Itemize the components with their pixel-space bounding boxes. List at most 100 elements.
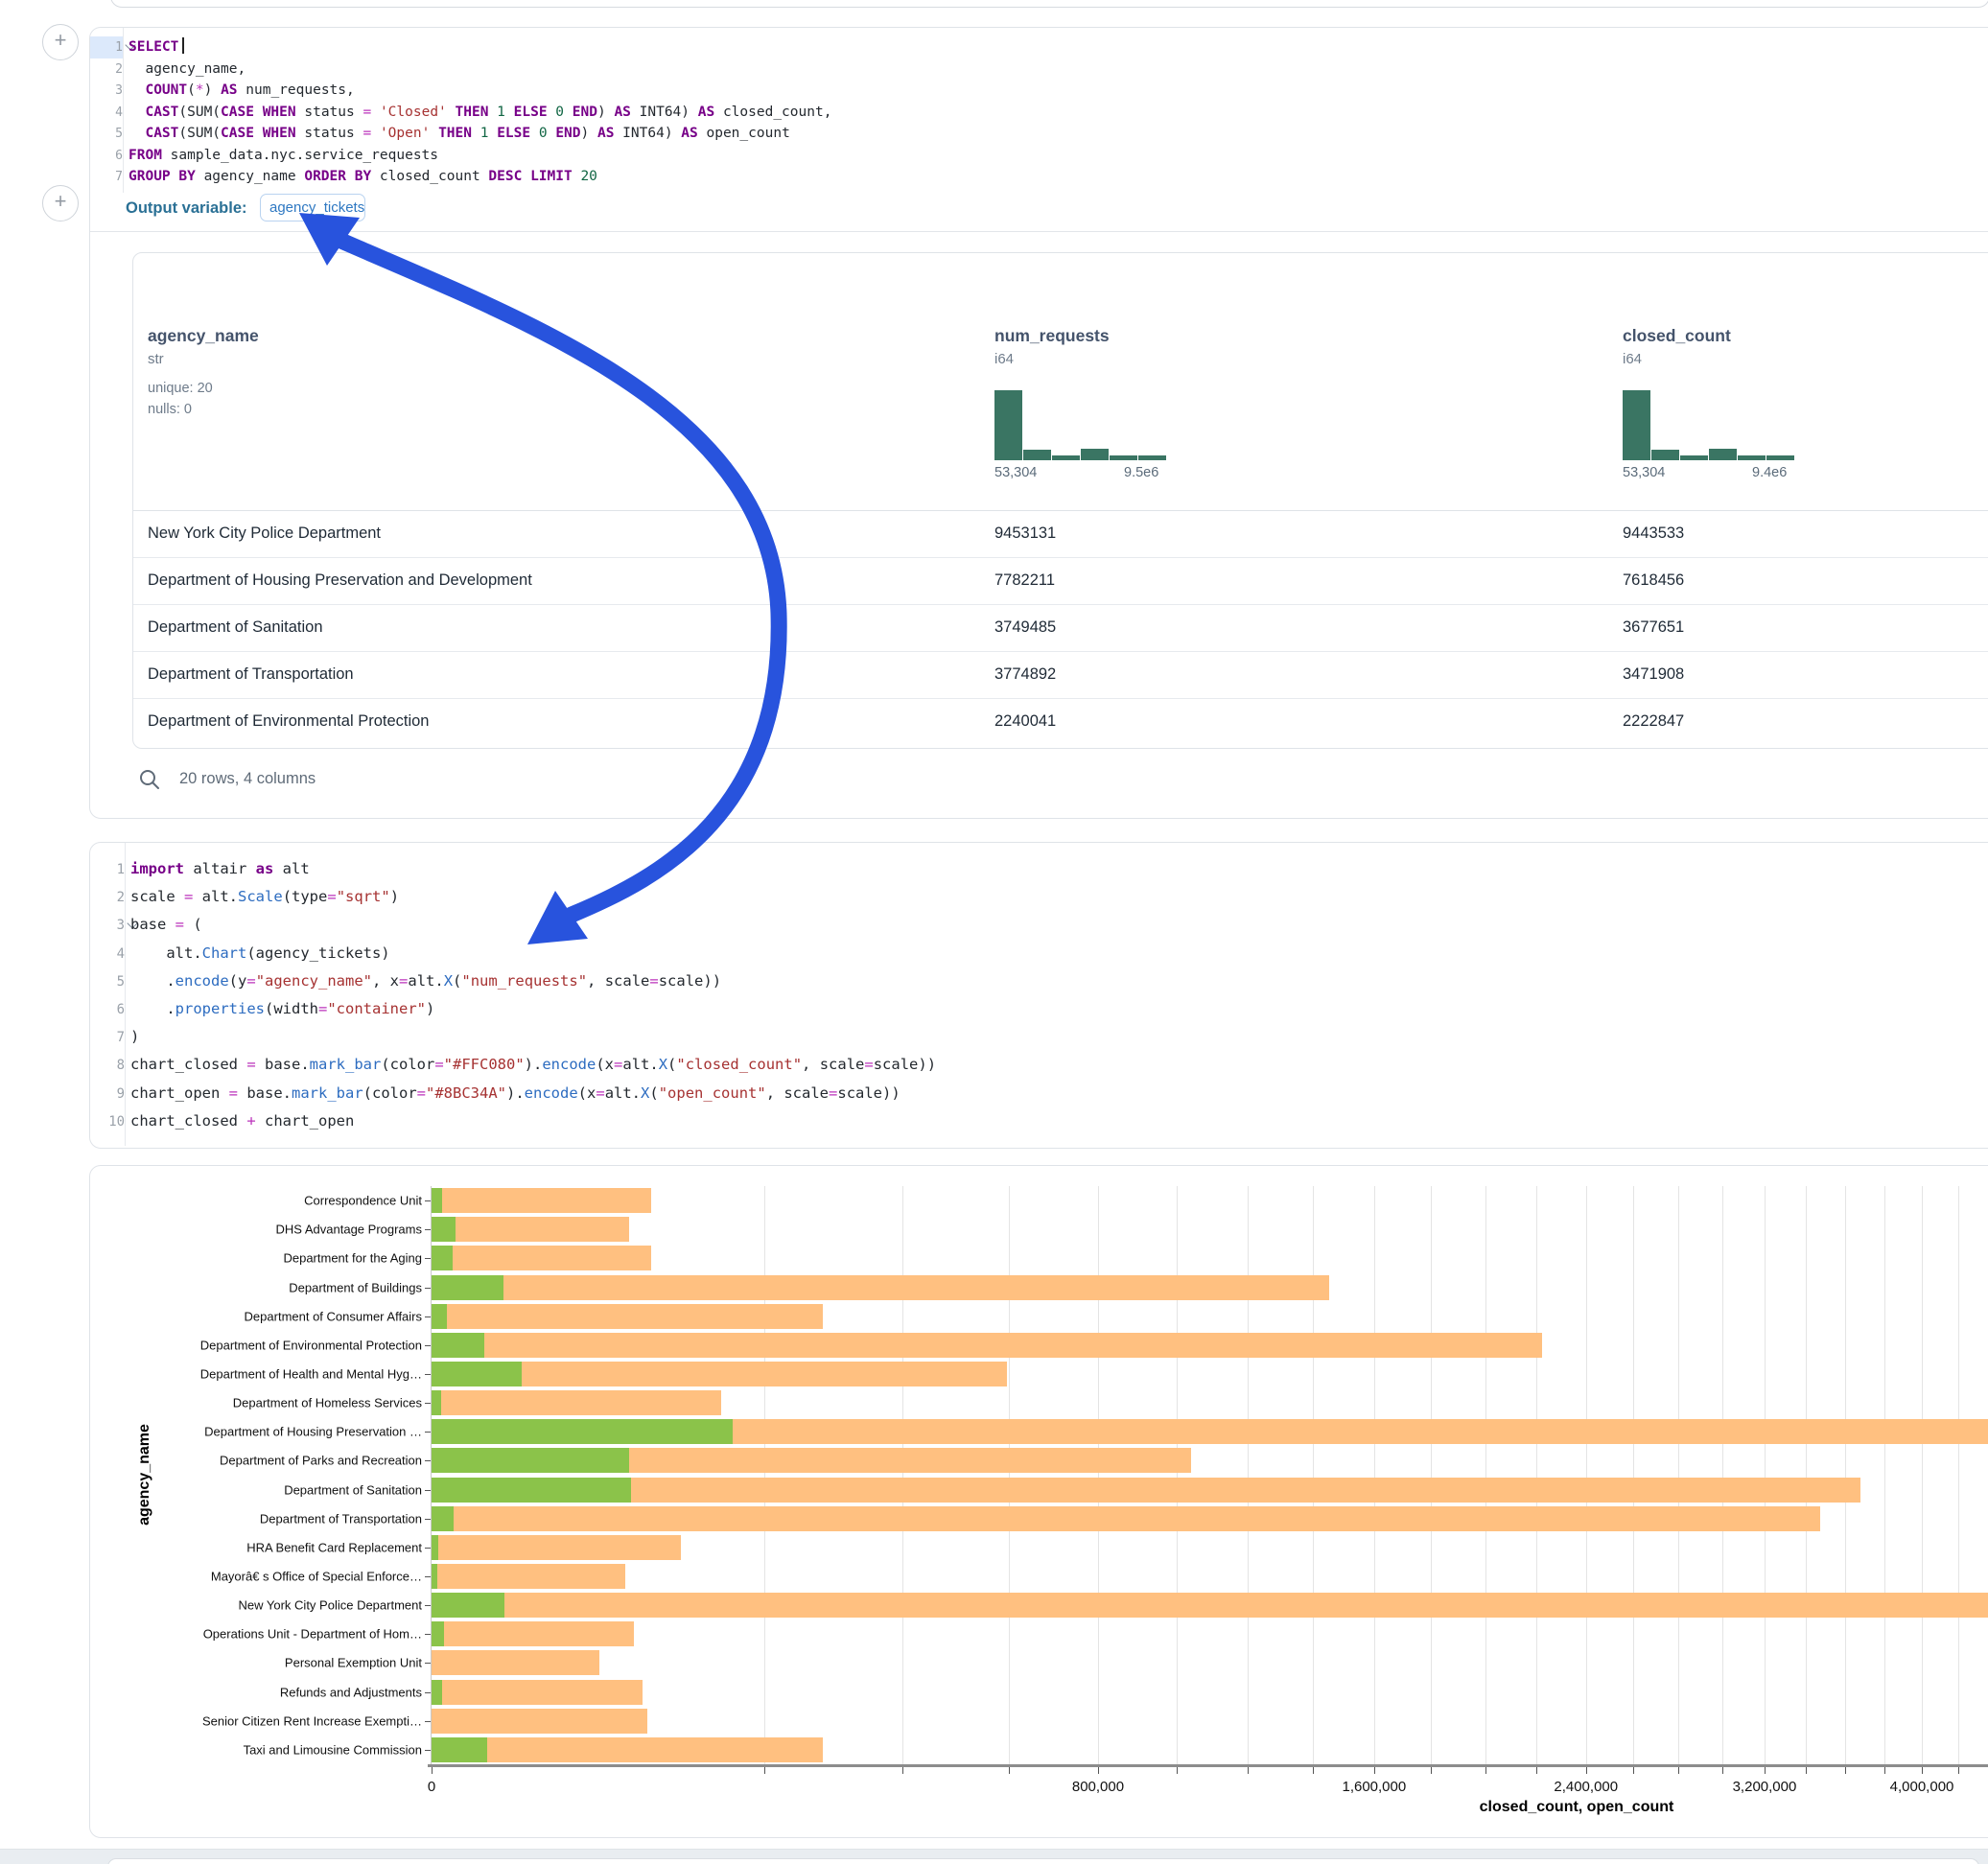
- output-variable-pill[interactable]: agency_tickets: [260, 194, 365, 221]
- table-cell: 9453131: [994, 510, 1056, 557]
- histogram-bin: [1738, 455, 1766, 460]
- column-histogram: [994, 390, 1166, 460]
- line-number: 9: [90, 1080, 125, 1107]
- table-row[interactable]: Department of Sanitation 3749485 3677651: [133, 604, 1988, 651]
- line-number: 4: [90, 102, 123, 124]
- histogram-bin: [1081, 449, 1109, 460]
- line-number: 3: [90, 80, 123, 102]
- histogram-bin: [1023, 450, 1051, 460]
- table-preview-card: agency_namestr unique: 20 nulls: 0 num_requ…: [132, 252, 1988, 749]
- table-row[interactable]: Department of Housing Preservation and D…: [133, 557, 1988, 604]
- table-cell: 2222847: [1623, 698, 1684, 745]
- line-number: 5: [90, 123, 123, 145]
- code-line: CAST(SUM(CASE WHEN status = 'Open' THEN …: [129, 123, 831, 145]
- table-row[interactable]: Department of Transportation 3774892 34719…: [133, 651, 1988, 698]
- notebook-page: + + 1234567 SELECT agency_name, COUNT(*)…: [0, 0, 1988, 1864]
- table-cell: 7618456: [1623, 557, 1684, 604]
- sql-gutter: 1234567: [90, 28, 124, 193]
- python-code-editor[interactable]: 12345678910 import altair as altscale = …: [90, 843, 1988, 1146]
- line-number: 2: [90, 883, 125, 911]
- histogram-bin: [1138, 455, 1166, 460]
- code-line: ): [130, 1023, 936, 1051]
- line-number: 6: [90, 145, 123, 167]
- line-number: 1: [90, 36, 123, 58]
- sql-cell-card: 1234567 SELECT agency_name, COUNT(*) AS …: [89, 27, 1988, 819]
- histogram-bin: [994, 390, 1022, 460]
- histogram-max-label: 9.5e6: [1124, 465, 1158, 480]
- table-cell: Department of Transportation: [148, 651, 354, 698]
- code-line: base = (: [130, 911, 936, 939]
- table-cell: 9443533: [1623, 510, 1684, 557]
- histogram-bin: [1766, 455, 1794, 460]
- output-variable-label: Output variable:: [126, 199, 247, 218]
- histogram-bin: [1623, 390, 1650, 460]
- code-line: chart_closed + chart_open: [130, 1107, 936, 1135]
- column-meta: nulls: 0: [148, 402, 192, 417]
- code-line: agency_name,: [129, 58, 831, 81]
- line-number: 6: [90, 995, 125, 1023]
- line-number: 5: [90, 967, 125, 995]
- histogram-bin: [1651, 450, 1679, 460]
- cell-divider: [90, 231, 1988, 232]
- column-header: num_requests: [994, 326, 1110, 346]
- line-number: 2: [90, 58, 123, 81]
- code-line: FROM sample_data.nyc.service_requests: [129, 145, 831, 167]
- histogram-bin: [1680, 455, 1708, 460]
- histogram-bin: [1110, 455, 1137, 460]
- column-meta: i64: [994, 351, 1014, 367]
- table-cell: 3774892: [994, 651, 1056, 698]
- histogram-max-label: 9.4e6: [1752, 465, 1787, 480]
- table-row[interactable]: New York City Police Department 9453131 94…: [133, 510, 1988, 557]
- python-cell-card: 12345678910 import altair as altscale = …: [89, 842, 1988, 1149]
- table-cell: 7782211: [994, 557, 1055, 604]
- chart-output-card: [89, 1165, 1988, 1838]
- table-cell: Department of Sanitation: [148, 604, 323, 651]
- line-number: 3: [90, 911, 125, 939]
- column-meta: str: [148, 351, 164, 367]
- column-header: agency_name: [148, 326, 259, 346]
- histogram-min-label: 53,304: [1623, 465, 1665, 480]
- table-cell: Department of Housing Preservation and D…: [148, 557, 532, 604]
- python-gutter: 12345678910: [90, 843, 126, 1146]
- code-line: chart_closed = base.mark_bar(color="#FFC…: [130, 1051, 936, 1079]
- table-row-count: 20 rows, 4 columns: [179, 770, 316, 788]
- line-number: 4: [90, 940, 125, 967]
- table-cell: 3471908: [1623, 651, 1684, 698]
- code-line: alt.Chart(agency_tickets): [130, 940, 936, 967]
- text-cursor: [182, 37, 184, 54]
- code-line: .properties(width="container"): [130, 995, 936, 1023]
- histogram-min-label: 53,304: [994, 465, 1037, 480]
- sql-code-lines: SELECT agency_name, COUNT(*) AS num_requ…: [129, 28, 831, 188]
- line-number: 10: [90, 1107, 125, 1135]
- add-cell-button-output[interactable]: +: [42, 185, 79, 221]
- python-code-lines: import altair as altscale = alt.Scale(ty…: [130, 843, 936, 1135]
- code-line: COUNT(*) AS num_requests,: [129, 80, 831, 102]
- table-row[interactable]: Department of Environmental Protection 22…: [133, 698, 1988, 745]
- sql-code-editor[interactable]: 1234567 SELECT agency_name, COUNT(*) AS …: [90, 28, 1988, 193]
- line-number: 8: [90, 1051, 125, 1079]
- search-icon[interactable]: [138, 768, 161, 791]
- table-cell: Department of Environmental Protection: [148, 698, 429, 745]
- histogram-bin: [1709, 449, 1737, 460]
- table-cell: 3749485: [994, 604, 1056, 651]
- table-cell: 3677651: [1623, 604, 1684, 651]
- column-histogram: [1623, 390, 1794, 460]
- previous-cell-edge: [110, 0, 1988, 8]
- y-axis-title: agency_name: [136, 1331, 155, 1619]
- line-number: 1: [90, 855, 125, 883]
- code-line: CAST(SUM(CASE WHEN status = 'Closed' THE…: [129, 102, 831, 124]
- x-axis-title: closed_count, open_count: [1433, 1799, 1720, 1816]
- code-line: SELECT: [129, 36, 831, 58]
- column-meta: unique: 20: [148, 381, 213, 396]
- next-cell-edge: [107, 1858, 1979, 1864]
- table-cell: New York City Police Department: [148, 510, 381, 557]
- table-cell: 2240041: [994, 698, 1056, 745]
- code-line: scale = alt.Scale(type="sqrt"): [130, 883, 936, 911]
- histogram-bin: [1052, 455, 1080, 460]
- add-cell-button-top[interactable]: +: [42, 24, 79, 60]
- code-line: import altair as alt: [130, 855, 936, 883]
- code-line: chart_open = base.mark_bar(color="#8BC34…: [130, 1080, 936, 1107]
- line-number: 7: [90, 1023, 125, 1051]
- column-header: closed_count: [1623, 326, 1731, 346]
- column-meta: i64: [1623, 351, 1642, 367]
